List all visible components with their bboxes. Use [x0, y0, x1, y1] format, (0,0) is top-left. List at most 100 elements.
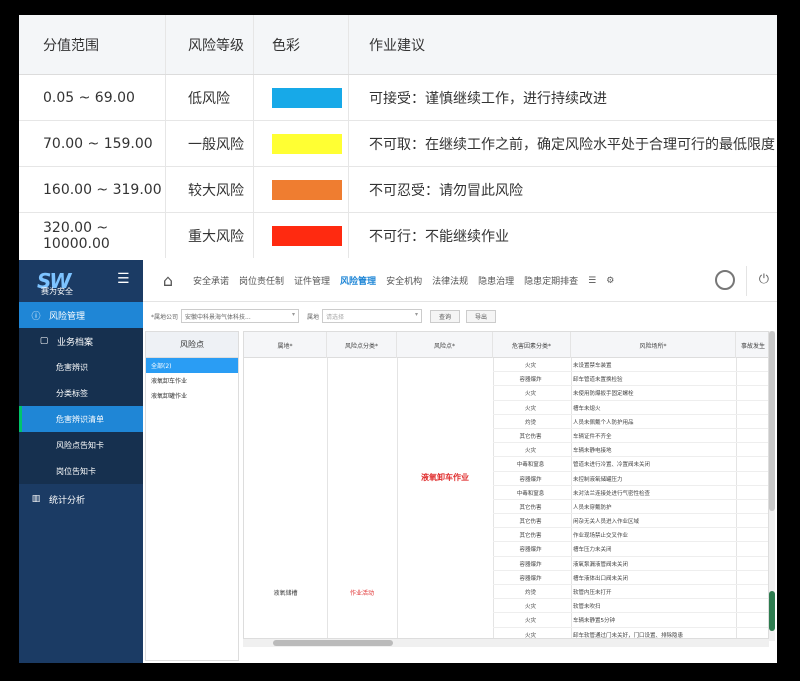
company-select[interactable]: 安徽中科景海气体科技...: [181, 309, 300, 323]
nav-tab-risk-management[interactable]: 风险管理: [340, 274, 376, 287]
score-range: 160.00 ~ 319.00: [19, 167, 166, 212]
gear-icon[interactable]: ⚙: [606, 276, 614, 286]
factor-cell: 火灾: [524, 391, 536, 398]
place-cell: 车辆未静电接地: [573, 448, 612, 455]
place-cell: 未设置禁车装置: [573, 363, 612, 369]
header-color: 色彩: [254, 15, 349, 74]
nav-tab-periodic-check[interactable]: 隐患定期排查: [524, 274, 578, 287]
sidebar-item-hazard-identification[interactable]: 危害辨识: [19, 354, 143, 380]
place-cell: 闲杂无关人员进入作业区域: [573, 519, 640, 526]
table-row[interactable]: 容器爆炸 未控制液氧储罐压力: [493, 472, 768, 486]
vertical-scrollbar[interactable]: [769, 331, 775, 641]
sidebar: SW 赛为安全 ☰ ⓘ 风险管理 ▢ 业务档案 危害辨识 分类标签 危害辨识清单…: [19, 260, 143, 663]
factor-cell: 容器爆炸: [519, 575, 542, 582]
table-row[interactable]: 容器爆炸 液氧泵漏液管阀未关闭: [493, 557, 768, 571]
header-advice: 作业建议: [369, 37, 425, 54]
place-cell: 未对法兰连接处进行气密性检查: [573, 490, 651, 497]
main-content: *属地公司 安徽中科景海气体科技... 属地 请选择 查询 导出 风险点 全部(…: [143, 303, 777, 663]
place-cell: 液氧泵漏液管阀未关闭: [573, 561, 629, 568]
table-row[interactable]: 火灾 车辆未静电接地: [493, 443, 768, 458]
export-button[interactable]: 导出: [466, 309, 497, 323]
table-row[interactable]: 火灾 未使用防爆扳手固定螺栓: [493, 386, 768, 401]
place-cell: 卸车软管通过门未关好，门口设置、排除隐患: [573, 632, 684, 639]
table-row[interactable]: 其它伤害 车辆证件不齐全: [493, 429, 768, 444]
sidebar-group-business-archive[interactable]: ▢ 业务档案: [19, 328, 143, 354]
color-swatch: [272, 179, 342, 200]
nav-tab-post-responsibility[interactable]: 岗位责任制: [239, 274, 284, 287]
factor-cell: 中毒和窒息: [516, 462, 545, 469]
advice-text: 不可取：在继续工作之前，确定风险水平处于合理可行的最低限度: [369, 136, 775, 153]
horizontal-scrollbar[interactable]: [243, 639, 769, 647]
score-range: 320.00 ~ 10000.00: [19, 213, 166, 258]
home-icon[interactable]: ⌂: [153, 271, 183, 290]
table-row[interactable]: 其它伤害 作业现场禁止交叉作业: [493, 528, 768, 543]
factor-cell: 其它伤害: [519, 519, 542, 526]
table-row[interactable]: 中毒和窒息 未对法兰连接处进行气密性检查: [493, 486, 768, 500]
menu-toggle-icon[interactable]: ☰: [117, 272, 131, 286]
col-point: 风险点*: [397, 332, 493, 358]
folder-icon: ▢: [39, 336, 49, 346]
header-score-range: 分值范围: [19, 15, 166, 74]
table-row[interactable]: 容器爆炸 槽车压力未关闭: [493, 542, 768, 557]
score-range: 0.05 ~ 69.00: [19, 75, 166, 120]
place-cell: 作业现场禁止交叉作业: [573, 533, 629, 540]
factor-cell: 容器爆炸: [519, 561, 542, 568]
area-select[interactable]: 请选择: [322, 309, 423, 323]
grid-rows: 火灾 未设置禁车装置 容器爆炸 卸车管道未置换检验 火灾 未使用防爆扳手固定螺栓 火灾 槽车未…: [493, 358, 768, 639]
power-icon[interactable]: ⏻: [759, 272, 769, 287]
table-row[interactable]: 火灾 车辆未静置5分钟: [493, 613, 768, 628]
sidebar-item-risk-management[interactable]: ⓘ 风险管理: [19, 302, 143, 328]
nav-tab-safety-commitment[interactable]: 安全承诺: [193, 274, 229, 287]
table-row[interactable]: 其它伤害 人员未穿戴防护: [493, 500, 768, 515]
more-menu-icon[interactable]: ☰: [588, 276, 596, 286]
col-factor: 危害因素分类*: [493, 332, 571, 358]
search-button[interactable]: 查询: [430, 309, 461, 323]
table-row[interactable]: 中毒和窒息 管道未进行冷置、冷置阀未关闭: [493, 457, 768, 472]
merged-area-cell: 液氧储槽: [273, 589, 298, 597]
table-row[interactable]: 火灾 卸车软管通过门未关好，门口设置、排除隐患: [493, 628, 768, 639]
tree-item-unload-truck[interactable]: 液氧卸车作业: [146, 373, 238, 388]
nav-tab-hazard-governance[interactable]: 隐患治理: [478, 274, 514, 287]
color-swatch: [272, 225, 342, 246]
factor-cell: 中毒和窒息: [516, 490, 545, 497]
factor-cell: 火灾: [524, 632, 536, 639]
hazard-grid: 属地* 风险点分类* 风险点* 危害因素分类* 风险场所* 事故发生 液氧储槽 …: [243, 331, 769, 639]
avatar-icon[interactable]: [715, 270, 735, 290]
place-cell: 槽车压力未关闭: [573, 547, 612, 554]
table-row[interactable]: 火灾 槽车未熄火: [493, 401, 768, 415]
top-nav-tabs: 安全承诺 岗位责任制 证件管理 风险管理 安全机构 法律法规 隐患治理 隐患定期…: [183, 274, 614, 288]
sidebar-item-hazard-list[interactable]: 危害辨识清单: [19, 406, 143, 432]
risk-level: 低风险: [166, 75, 254, 120]
table-row[interactable]: 其它伤害 闲杂无关人员进入作业区域: [493, 514, 768, 529]
sidebar-group-label: 业务档案: [57, 337, 94, 348]
table-row[interactable]: 容器爆炸 槽车液体出口阀未关闭: [493, 571, 768, 585]
risk-row-major: 160.00 ~ 319.00 较大风险 不可忍受：请勿冒此风险: [19, 167, 777, 213]
nav-tab-safety-org[interactable]: 安全机构: [386, 274, 422, 287]
col-accident: 事故发生: [740, 342, 765, 350]
top-navbar: ⌂ 安全承诺 岗位责任制 证件管理 风险管理 安全机构 法律法规 隐患治理 隐患…: [143, 260, 777, 302]
place-cell: 未使用防爆扳手固定螺栓: [573, 391, 634, 398]
sidebar-item-category-tags[interactable]: 分类标签: [19, 380, 143, 406]
risk-level-table: 分值范围 风险等级 色彩 作业建议 0.05 ~ 69.00 低风险 可接受：谨…: [19, 15, 777, 258]
logo-subtitle: 赛为安全: [41, 287, 73, 296]
nav-tab-certificates[interactable]: 证件管理: [294, 274, 330, 287]
table-row[interactable]: 灼烫 软管内压未打开: [493, 585, 768, 600]
bar-chart-icon: ▥: [31, 494, 41, 504]
sidebar-item-statistics[interactable]: ▥ 统计分析: [19, 486, 143, 512]
col-place: 风险场所*: [571, 332, 736, 358]
tree-item-unload-tank[interactable]: 液氧卸罐作业: [146, 388, 238, 403]
nav-tab-laws[interactable]: 法律法规: [432, 274, 468, 287]
table-row[interactable]: 灼烫 人员未佩戴个人防护用品: [493, 415, 768, 429]
table-row[interactable]: 火灾 软管未吹扫: [493, 599, 768, 614]
table-row[interactable]: 火灾 未设置禁车装置: [493, 358, 768, 373]
factor-cell: 灼烫: [524, 590, 536, 596]
tree-item-all[interactable]: 全部(2): [146, 358, 238, 373]
sidebar-item-risk-point-card[interactable]: 风险点告知卡: [19, 432, 143, 458]
advice-text: 可接受：谨慎继续工作，进行持续改进: [369, 90, 607, 107]
logo: SW 赛为安全 ☰: [19, 260, 143, 302]
app-window: SW 赛为安全 ☰ ⓘ 风险管理 ▢ 业务档案 危害辨识 分类标签 危害辨识清单…: [19, 260, 777, 663]
col-class: 风险点分类*: [327, 332, 397, 358]
sidebar-item-post-card[interactable]: 岗位告知卡: [19, 458, 143, 484]
table-row[interactable]: 容器爆炸 卸车管道未置换检验: [493, 372, 768, 387]
factor-cell: 火灾: [524, 363, 536, 369]
